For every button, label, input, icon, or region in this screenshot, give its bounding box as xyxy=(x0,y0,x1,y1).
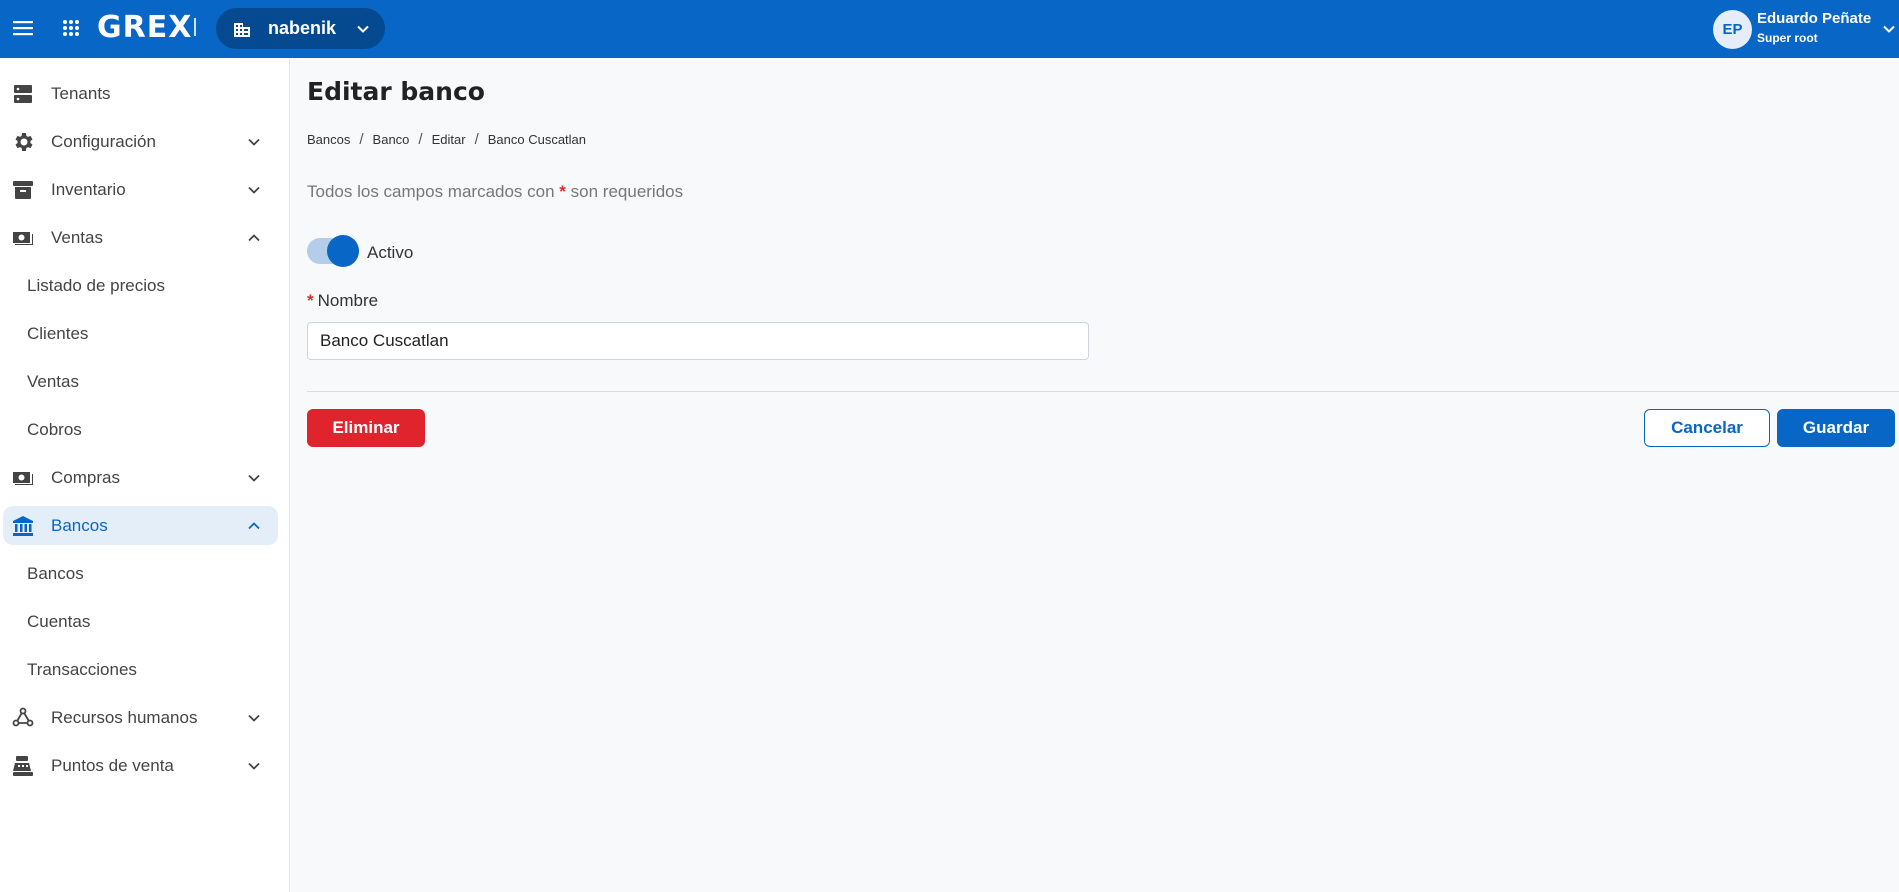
sidebar: Tenants Configuración Inventario Ventas … xyxy=(0,58,290,892)
sidebar-item-configuracion[interactable]: Configuración xyxy=(3,122,278,161)
sidebar-subitem-clientes[interactable]: Clientes xyxy=(3,314,278,353)
required-fields-note: Todos los campos marcados con * son requ… xyxy=(307,182,683,202)
chevron-down-icon xyxy=(247,183,261,202)
toggle-knob xyxy=(327,235,359,267)
top-bar: GREX nabenik EP Eduardo Peñate Super roo… xyxy=(0,0,1899,58)
sidebar-subitem-label: Cobros xyxy=(27,420,82,439)
sidebar-subitem-ventas[interactable]: Ventas xyxy=(3,362,278,401)
cash-icon xyxy=(11,226,35,250)
required-note-text: son requeridos xyxy=(570,182,684,201)
main-content: Editar banco Bancos / Banco / Editar / Banco C… xyxy=(291,58,1899,892)
gear-icon xyxy=(11,130,35,154)
chevron-down-icon xyxy=(356,22,370,41)
delete-button[interactable]: Eliminar xyxy=(307,409,425,447)
sidebar-subitem-label: Cuentas xyxy=(27,612,91,631)
bank-icon xyxy=(11,514,35,538)
active-toggle-label: Activo xyxy=(367,243,414,262)
sidebar-item-inventario[interactable]: Inventario xyxy=(3,170,278,209)
sidebar-item-compras[interactable]: Compras xyxy=(3,458,278,497)
sidebar-subitem-bancos[interactable]: Bancos xyxy=(3,554,278,593)
hamburger-menu-icon[interactable] xyxy=(10,15,36,41)
breadcrumb-editar[interactable]: Editar xyxy=(432,132,466,147)
required-note-text: Todos los campos marcados con xyxy=(307,182,555,201)
breadcrumb: Bancos / Banco / Editar / Banco Cuscatlan xyxy=(307,131,586,148)
archive-box-icon xyxy=(11,178,35,202)
name-input[interactable] xyxy=(307,322,1089,360)
sidebar-subitem-label: Listado de precios xyxy=(27,276,165,295)
breadcrumb-banco[interactable]: Banco xyxy=(373,132,410,147)
breadcrumb-separator: / xyxy=(474,131,479,148)
user-name: Eduardo Peñate xyxy=(1757,10,1872,27)
logo-divider xyxy=(194,18,196,36)
breadcrumb-current: Banco Cuscatlan xyxy=(487,132,587,147)
sidebar-subitem-transacciones[interactable]: Transacciones xyxy=(3,650,278,689)
tenant-name: nabenik xyxy=(268,18,337,38)
sidebar-item-label: Recursos humanos xyxy=(51,708,198,727)
chevron-up-icon xyxy=(247,231,261,250)
server-icon xyxy=(11,82,35,106)
chevron-down-icon xyxy=(247,135,261,154)
chevron-down-icon xyxy=(247,711,261,730)
sidebar-item-label: Configuración xyxy=(51,132,156,151)
chevron-down-icon xyxy=(1882,22,1896,41)
active-toggle[interactable] xyxy=(307,235,359,267)
people-network-icon xyxy=(11,706,35,730)
sidebar-item-label: Bancos xyxy=(51,516,108,535)
sidebar-item-ventas[interactable]: Ventas xyxy=(3,218,278,257)
save-button[interactable]: Guardar xyxy=(1777,409,1895,447)
form-divider xyxy=(307,391,1899,392)
sidebar-subitem-label: Bancos xyxy=(27,564,84,583)
breadcrumb-bancos[interactable]: Bancos xyxy=(307,132,350,147)
sidebar-item-label: Tenants xyxy=(51,84,111,103)
app-logo[interactable]: GREX xyxy=(97,11,192,45)
sidebar-item-recursos-humanos[interactable]: Recursos humanos xyxy=(3,698,278,737)
name-field-label: * Nombre xyxy=(307,291,378,311)
sidebar-subitem-label: Clientes xyxy=(27,324,89,343)
sidebar-subitem-cuentas[interactable]: Cuentas xyxy=(3,602,278,641)
chevron-down-icon xyxy=(247,471,261,490)
sidebar-subitem-label: Ventas xyxy=(27,372,79,391)
sidebar-item-label: Ventas xyxy=(51,228,103,247)
apps-grid-icon[interactable] xyxy=(58,15,84,41)
sidebar-item-tenants[interactable]: Tenants xyxy=(3,74,278,113)
cancel-button[interactable]: Cancelar xyxy=(1644,409,1770,447)
sidebar-item-puntos-de-venta[interactable]: Puntos de venta xyxy=(3,746,278,785)
required-star: * xyxy=(307,291,314,310)
cash-register-icon xyxy=(11,754,35,778)
breadcrumb-separator: / xyxy=(359,131,364,148)
breadcrumb-separator: / xyxy=(418,131,423,148)
name-label-text: Nombre xyxy=(317,291,379,310)
sidebar-item-label: Inventario xyxy=(51,180,126,199)
sidebar-item-bancos[interactable]: Bancos xyxy=(3,506,278,545)
tenant-selector[interactable]: nabenik xyxy=(216,8,385,49)
building-icon xyxy=(232,19,252,44)
user-role: Super root xyxy=(1757,31,1818,45)
chevron-down-icon xyxy=(247,759,261,778)
avatar: EP xyxy=(1713,10,1752,49)
chevron-up-icon xyxy=(247,519,261,538)
sidebar-subitem-label: Transacciones xyxy=(27,660,137,679)
required-star: * xyxy=(559,182,566,201)
cash-icon xyxy=(11,466,35,490)
user-menu[interactable]: EP Eduardo Peñate Super root xyxy=(1710,8,1899,50)
sidebar-item-label: Compras xyxy=(51,468,120,487)
sidebar-item-label: Puntos de venta xyxy=(51,756,174,775)
page-title: Editar banco xyxy=(307,77,485,106)
sidebar-subitem-cobros[interactable]: Cobros xyxy=(3,410,278,449)
sidebar-subitem-listado-de-precios[interactable]: Listado de precios xyxy=(3,266,278,305)
